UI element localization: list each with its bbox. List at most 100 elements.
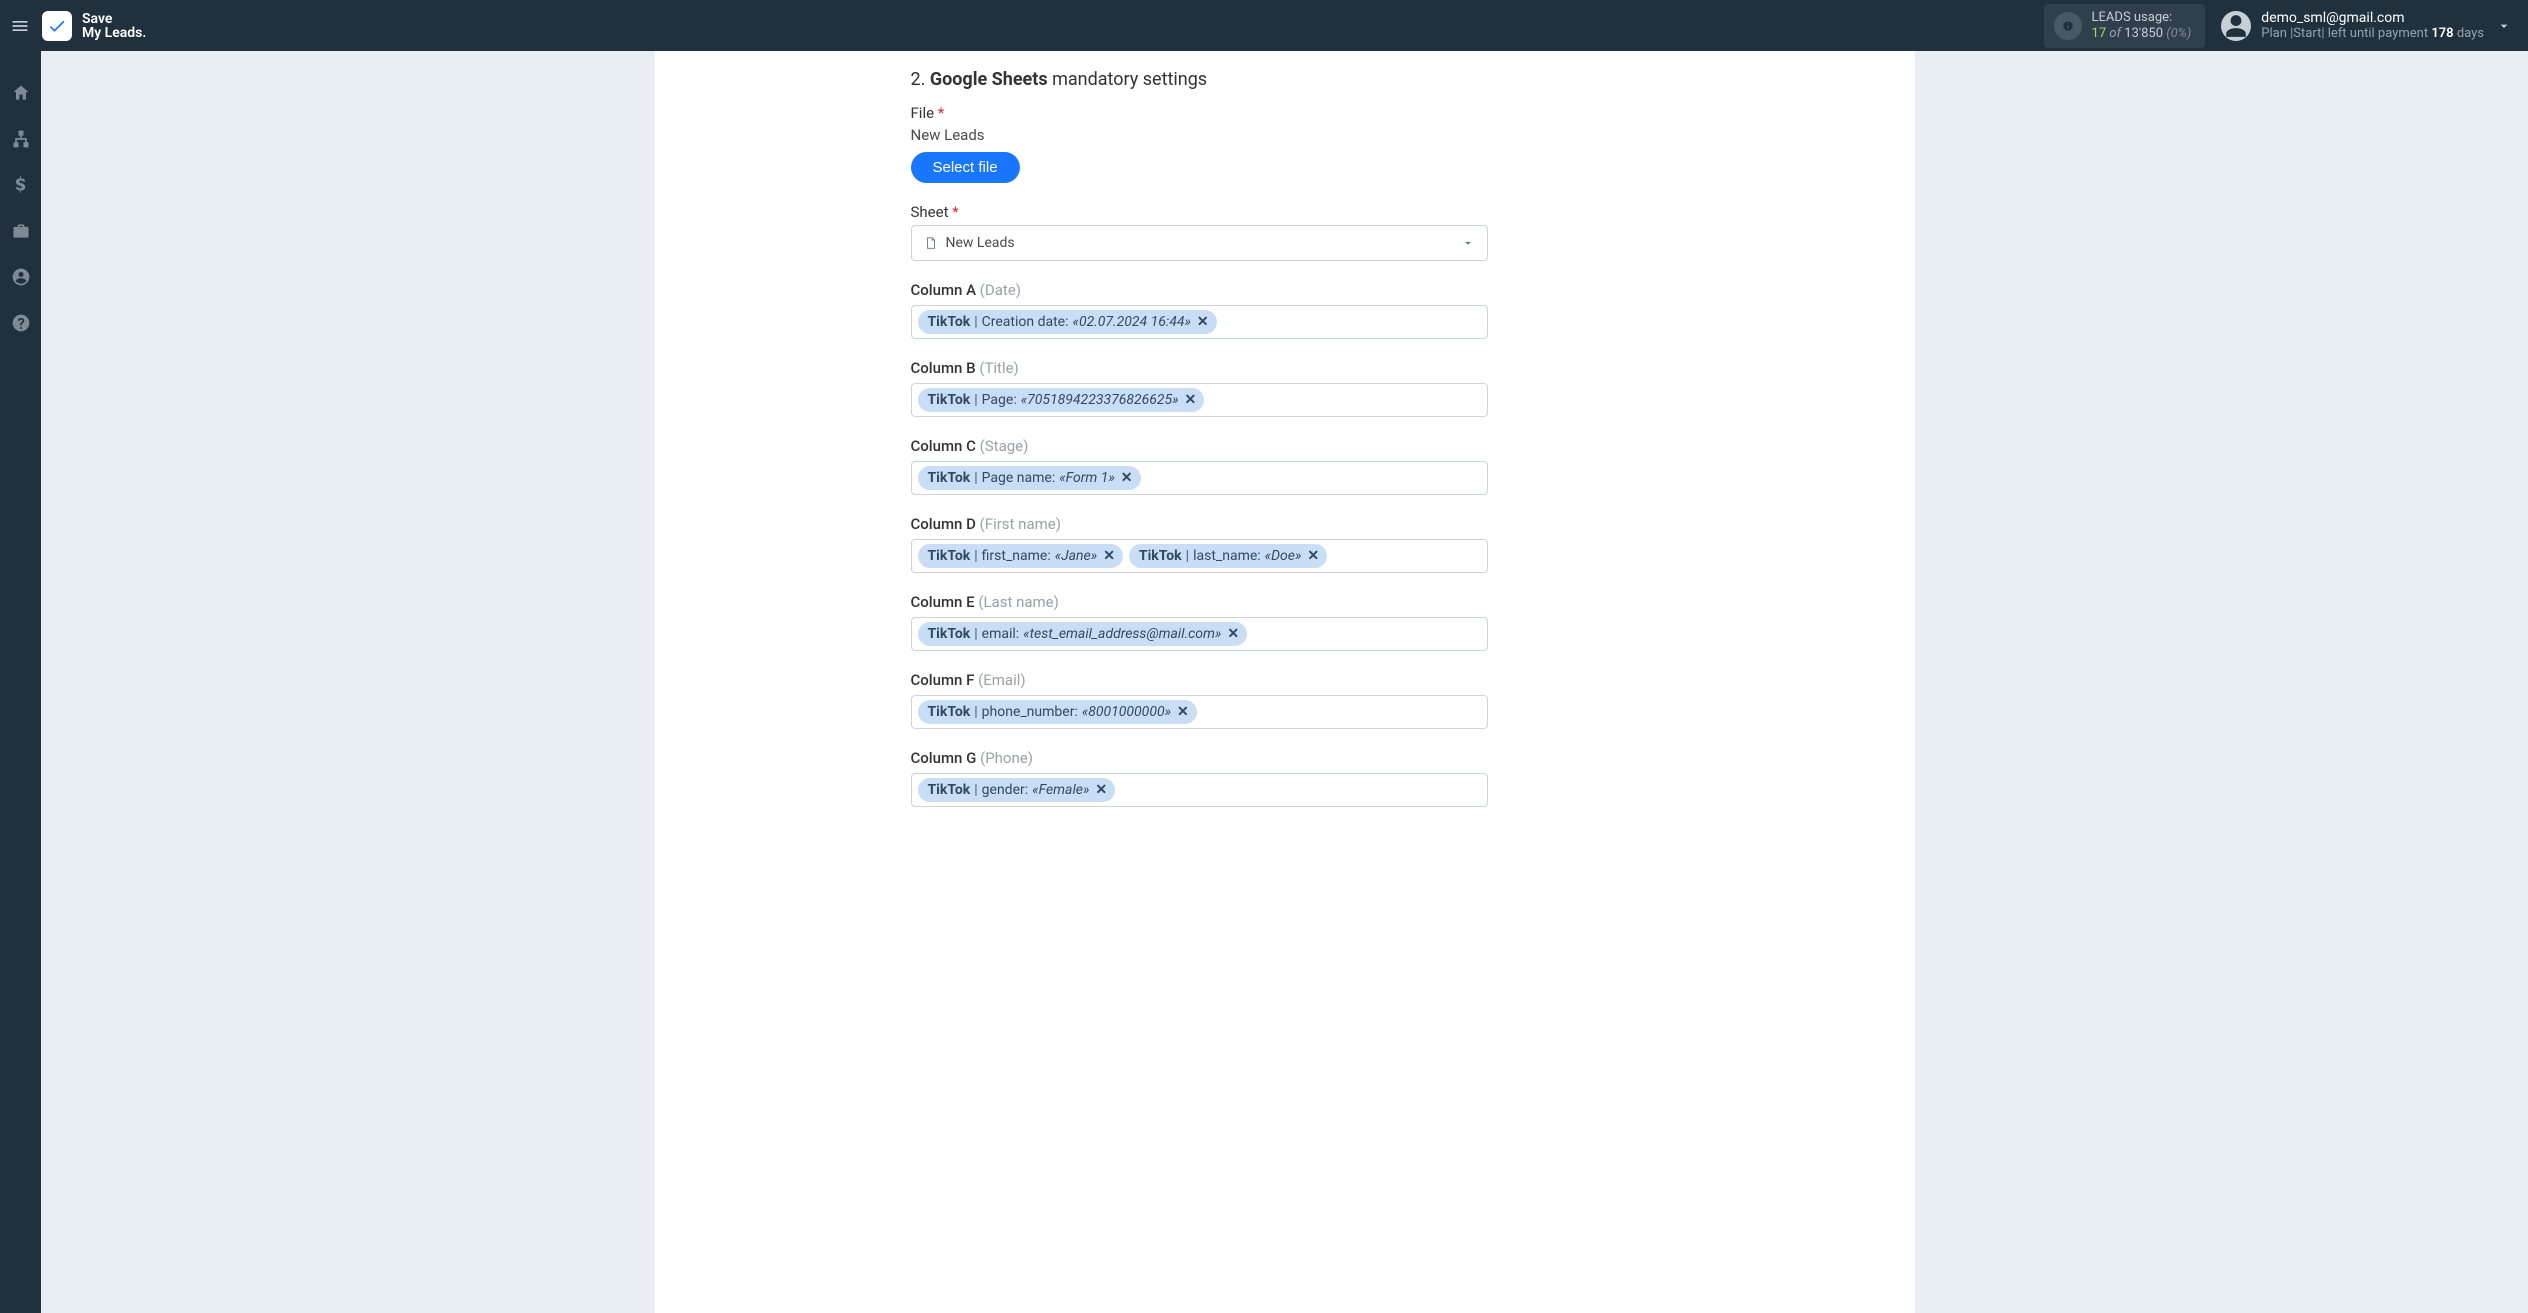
sidebar-item-connections[interactable] (1, 127, 41, 151)
tag-value: «8001000000» (1082, 703, 1171, 721)
mapping-tag[interactable]: TikTok | gender: «Female» ✕ (918, 778, 1116, 802)
column-label: Column G (Phone) (911, 749, 1488, 767)
column-field: Column A (Date) TikTok | Creation date: «… (911, 281, 1488, 339)
column-label: Column B (Title) (911, 359, 1488, 377)
check-icon (47, 16, 67, 36)
sidebar-item-billing[interactable] (1, 173, 41, 197)
tag-separator: | (974, 703, 977, 721)
help-icon (11, 313, 31, 333)
tag-separator: | (974, 391, 977, 409)
column-label-hint: (Email) (978, 671, 1026, 689)
content-wrap[interactable]: 2. Google Sheets mandatory settings File… (41, 51, 2528, 1313)
mapping-tag[interactable]: TikTok | first_name: «Jane» ✕ (918, 544, 1123, 568)
menu-toggle-button[interactable] (0, 0, 40, 51)
column-tag-input[interactable]: TikTok | phone_number: «8001000000» ✕ (911, 695, 1488, 729)
section-bold: Google Sheets (930, 69, 1048, 90)
tag-remove-button[interactable]: ✕ (1121, 469, 1133, 487)
tag-separator: | (974, 781, 977, 799)
column-label-hint: (Date) (980, 281, 1021, 299)
mapping-tag[interactable]: TikTok | Page name: «Form 1» ✕ (918, 466, 1141, 490)
brand-line1: Save (82, 12, 146, 26)
sheet-label-text: Sheet (911, 203, 949, 221)
column-tag-input[interactable]: TikTok | Page name: «Form 1» ✕ (911, 461, 1488, 495)
mapping-tag[interactable]: TikTok | Creation date: «02.07.2024 16:4… (918, 310, 1217, 334)
column-tag-input[interactable]: TikTok | first_name: «Jane» ✕TikTok | la… (911, 539, 1488, 573)
tag-source: TikTok (928, 391, 971, 409)
usage-box[interactable]: LEADS usage: 17 of 13'850 (0%) (2044, 4, 2206, 48)
column-label: Column F (Email) (911, 671, 1488, 689)
usage-used: 17 (2092, 26, 2107, 41)
tag-separator: | (974, 469, 977, 487)
sidebar-item-account[interactable] (1, 265, 41, 289)
sheet-value: New Leads (946, 235, 1015, 251)
dollar-icon (11, 175, 31, 195)
mapping-tag[interactable]: TikTok | email: «test_email_address@mail… (918, 622, 1248, 646)
usage-of: of (2109, 26, 2121, 41)
sidebar (0, 51, 41, 1313)
column-tag-input[interactable]: TikTok | Page: «7051894223376826625» ✕ (911, 383, 1488, 417)
columns-list: Column A (Date) TikTok | Creation date: «… (911, 281, 1488, 807)
section-rest: mandatory settings (1052, 69, 1207, 90)
document-icon (924, 235, 938, 251)
tag-separator: | (974, 547, 977, 565)
info-icon (2054, 12, 2082, 40)
column-tag-input[interactable]: TikTok | gender: «Female» ✕ (911, 773, 1488, 807)
tag-remove-button[interactable]: ✕ (1095, 781, 1107, 799)
column-field: Column E (Last name)TikTok | email: «tes… (911, 593, 1488, 651)
column-label-main: Column G (911, 749, 981, 767)
column-field: Column G (Phone) TikTok | gender: «Female… (911, 749, 1488, 807)
tag-value: «Form 1» (1059, 469, 1115, 487)
user-plan-prefix: Plan |Start| left until payment (2261, 26, 2428, 41)
settings-panel: 2. Google Sheets mandatory settings File… (655, 51, 1915, 1313)
tag-remove-button[interactable]: ✕ (1177, 703, 1189, 721)
tag-value: «02.07.2024 16:44» (1073, 313, 1191, 331)
tag-field: Page: (982, 391, 1017, 409)
column-label-main: Column C (911, 437, 980, 455)
tag-source: TikTok (928, 781, 971, 799)
tag-source: TikTok (928, 313, 971, 331)
user-box[interactable]: demo_sml@gmail.com Plan |Start| left unt… (2221, 10, 2484, 42)
sidebar-item-help[interactable] (1, 311, 41, 335)
column-label: Column D (First name) (911, 515, 1488, 533)
tag-remove-button[interactable]: ✕ (1185, 391, 1197, 409)
sidebar-item-home[interactable] (1, 81, 41, 105)
tag-source: TikTok (928, 547, 971, 565)
user-circle-icon (11, 267, 31, 287)
column-tag-input[interactable]: TikTok | email: «test_email_address@mail… (911, 617, 1488, 651)
tag-field: Creation date: (982, 313, 1069, 331)
sitemap-icon (11, 129, 31, 149)
tag-field: first_name: (982, 547, 1051, 565)
mapping-tag[interactable]: TikTok | Page: «7051894223376826625» ✕ (918, 388, 1205, 412)
column-label-hint: (Title) (979, 359, 1018, 377)
usage-text: LEADS usage: 17 of 13'850 (0%) (2092, 10, 2192, 42)
tag-field: Page name: (982, 469, 1056, 487)
column-label: Column A (Date) (911, 281, 1488, 299)
tag-value: «Jane» (1055, 547, 1097, 565)
usage-pct: (0%) (2166, 26, 2191, 41)
settings-form: 2. Google Sheets mandatory settings File… (911, 51, 1488, 807)
tag-remove-button[interactable]: ✕ (1227, 625, 1239, 643)
sheet-select[interactable]: New Leads (911, 225, 1488, 261)
section-number: 2. (911, 69, 926, 90)
mapping-tag[interactable]: TikTok | phone_number: «8001000000» ✕ (918, 700, 1197, 724)
column-label: Column C (Stage) (911, 437, 1488, 455)
column-label-main: Column B (911, 359, 980, 377)
home-icon (11, 83, 31, 103)
mapping-tag[interactable]: TikTok | last_name: «Doe» ✕ (1129, 544, 1327, 568)
tag-source: TikTok (928, 469, 971, 487)
column-label-main: Column D (911, 515, 980, 533)
tag-remove-button[interactable]: ✕ (1197, 313, 1209, 331)
select-file-button[interactable]: Select file (911, 152, 1020, 183)
file-label: File * (911, 104, 1488, 122)
user-expand-button[interactable] (2494, 18, 2514, 34)
sidebar-item-briefcase[interactable] (1, 219, 41, 243)
body: 2. Google Sheets mandatory settings File… (0, 51, 2528, 1313)
tag-field: last_name: (1193, 547, 1261, 565)
column-label-main: Column E (911, 593, 979, 611)
column-label-hint: (First name) (980, 515, 1061, 533)
section-title: 2. Google Sheets mandatory settings (911, 69, 1488, 90)
column-tag-input[interactable]: TikTok | Creation date: «02.07.2024 16:4… (911, 305, 1488, 339)
tag-value: «test_email_address@mail.com» (1023, 625, 1221, 643)
tag-remove-button[interactable]: ✕ (1103, 547, 1115, 565)
tag-remove-button[interactable]: ✕ (1307, 547, 1319, 565)
